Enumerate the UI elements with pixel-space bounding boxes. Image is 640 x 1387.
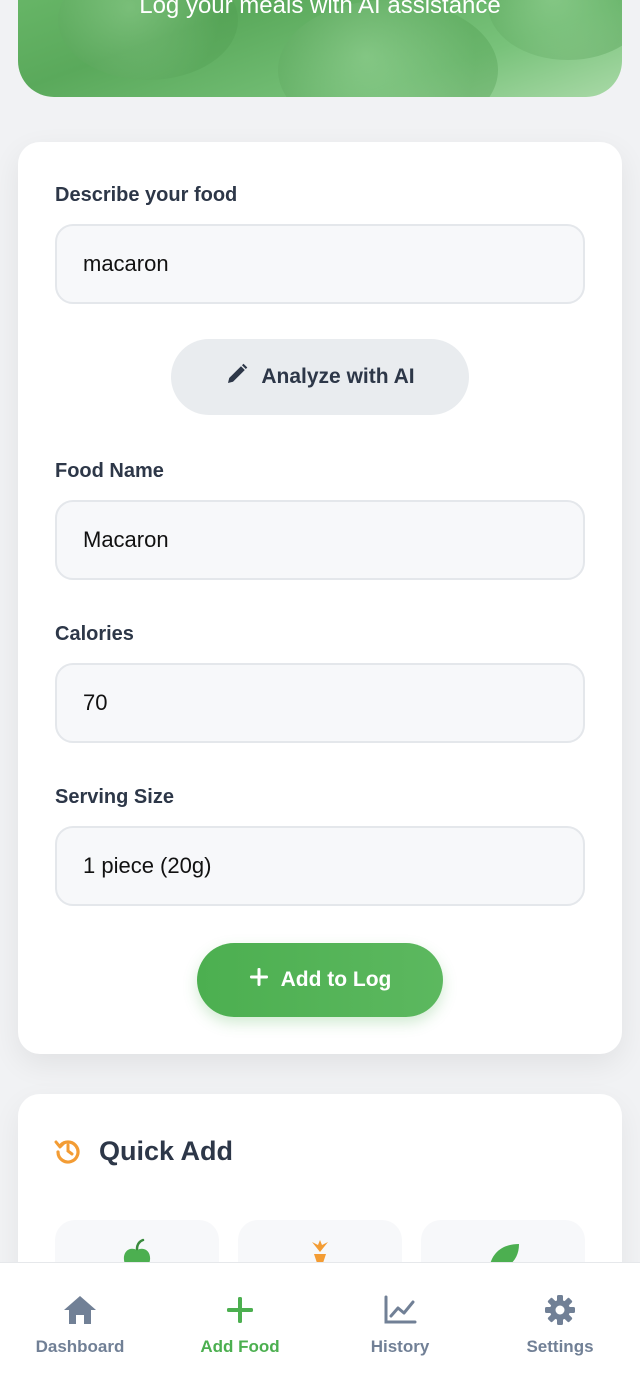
- bottom-nav: Dashboard Add Food History Settings: [0, 1262, 640, 1387]
- nav-history-label: History: [370, 1337, 430, 1356]
- add-to-log-button[interactable]: Add to Log: [197, 943, 443, 1017]
- nav-settings-label: Settings: [526, 1337, 594, 1356]
- food-name-input[interactable]: Macaron: [55, 500, 585, 580]
- describe-input[interactable]: macaron: [55, 224, 585, 304]
- serving-size-input[interactable]: 1 piece (20g): [55, 826, 585, 906]
- nav-dashboard[interactable]: Dashboard: [0, 1263, 160, 1387]
- gear-icon: [541, 1293, 579, 1327]
- home-icon: [61, 1293, 99, 1327]
- nav-add-food-label: Add Food: [200, 1337, 280, 1356]
- calories-input[interactable]: 70: [55, 663, 585, 743]
- nav-add-food[interactable]: Add Food: [160, 1263, 320, 1387]
- nav-dashboard-label: Dashboard: [35, 1337, 125, 1356]
- history-icon: [54, 1137, 82, 1170]
- hero-subtitle: Log your meals with AI assistance: [139, 0, 501, 19]
- pencil-icon: [225, 362, 249, 392]
- calories-label: Calories: [55, 623, 134, 645]
- quick-add-title: Quick Add: [99, 1136, 234, 1166]
- analyze-ai-label: Analyze with AI: [261, 365, 415, 388]
- describe-label: Describe your food: [55, 184, 238, 206]
- hero-banner: Log your meals with AI assistance: [18, 0, 622, 97]
- serving-size-label: Serving Size: [55, 786, 174, 808]
- food-name-label: Food Name: [55, 460, 164, 482]
- plus-icon: [249, 967, 269, 993]
- add-food-form: Describe your food macaron Analyze with …: [18, 142, 622, 1054]
- add-to-log-label: Add to Log: [280, 968, 392, 991]
- plus-icon: [221, 1293, 259, 1327]
- nav-history[interactable]: History: [320, 1263, 480, 1387]
- analyze-ai-button[interactable]: Analyze with AI: [171, 339, 469, 415]
- nav-settings[interactable]: Settings: [480, 1263, 640, 1387]
- chart-line-icon: [381, 1293, 419, 1327]
